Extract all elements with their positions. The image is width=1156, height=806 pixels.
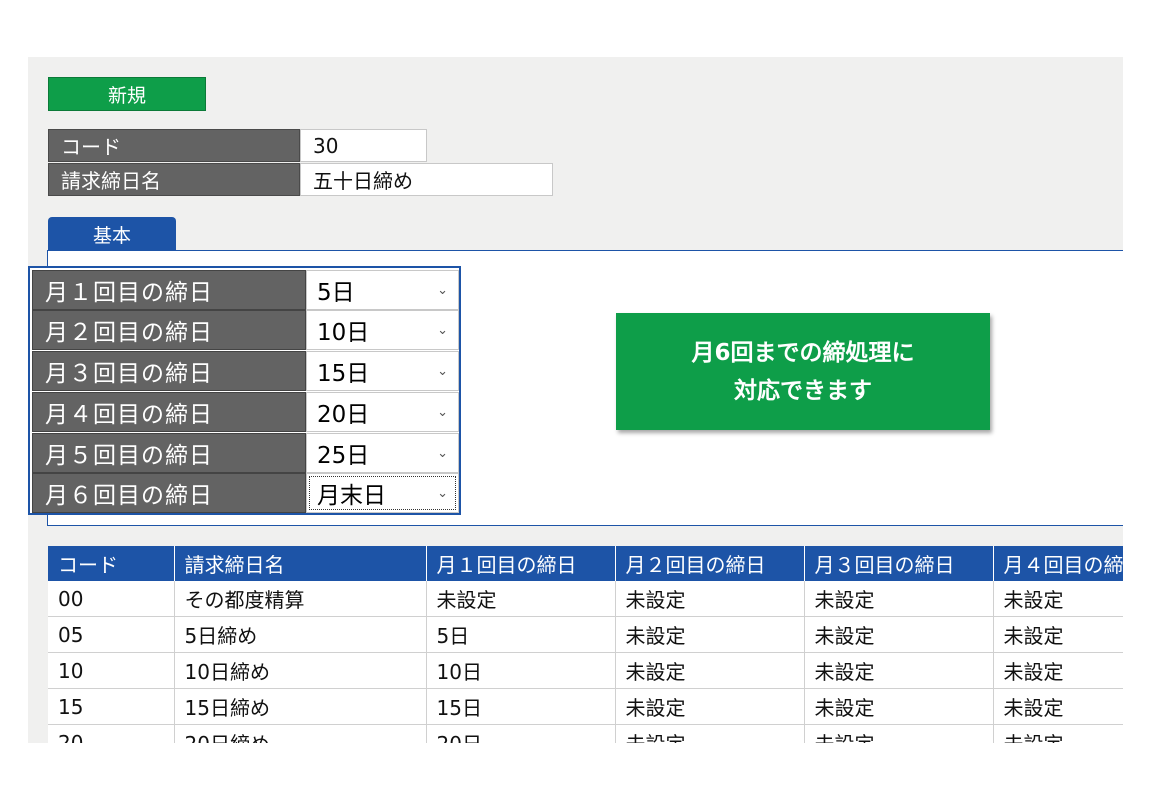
- closing-day-select-2[interactable]: 10日 ⌄: [306, 310, 459, 350]
- callout-line-1: 月6回までの締処理に: [691, 339, 915, 366]
- cell-code: 05: [48, 616, 175, 653]
- feature-callout: 月6回までの締処理に 対応できます: [616, 313, 990, 430]
- table-row[interactable]: 15 15日締め 15日 未設定 未設定 未設定: [48, 688, 1123, 725]
- code-row: コード 30: [48, 129, 427, 162]
- cell-close-1: 20日: [426, 724, 616, 743]
- closing-day-value: 20日: [317, 402, 370, 428]
- closing-day-value: 5日: [317, 280, 355, 306]
- closing-day-row-6: 月６回目の締日 月末日 ⌄: [32, 473, 459, 513]
- table-row[interactable]: 10 10日締め 10日 未設定 未設定 未設定: [48, 652, 1123, 689]
- cell-code: 10: [48, 652, 175, 689]
- closing-day-value: 25日: [317, 443, 370, 469]
- cell-name: 5日締め: [174, 616, 427, 653]
- name-label: 請求締日名: [48, 163, 300, 196]
- name-row: 請求締日名 五十日締め: [48, 163, 553, 196]
- grid-header-row: コード 請求締日名 月１回目の締日 月２回目の締日 月３回目の締日 月４回目の締…: [48, 546, 1123, 581]
- cell-close-2: 未設定: [615, 581, 805, 617]
- table-row[interactable]: 05 5日締め 5日 未設定 未設定 未設定: [48, 616, 1123, 653]
- closing-day-label: 月４回目の締日: [32, 392, 306, 432]
- chevron-down-icon: ⌄: [437, 485, 448, 501]
- cell-name: その都度精算: [174, 581, 427, 617]
- closing-day-select-4[interactable]: 20日 ⌄: [306, 392, 459, 432]
- cell-code: 00: [48, 581, 175, 617]
- closing-day-label: 月５回目の締日: [32, 433, 306, 473]
- closing-day-value: 10日: [317, 320, 370, 346]
- cell-close-1: 5日: [426, 616, 616, 653]
- closing-day-row-5: 月５回目の締日 25日 ⌄: [32, 433, 459, 473]
- main-panel: 新規 コード 30 請求締日名 五十日締め 基本 月１回目の締日 5日 ⌄ 月２…: [28, 57, 1123, 743]
- column-header-name[interactable]: 請求締日名: [174, 546, 427, 581]
- cell-close-3: 未設定: [804, 724, 994, 743]
- closing-day-select-3[interactable]: 15日 ⌄: [306, 351, 459, 391]
- column-header-code[interactable]: コード: [48, 546, 175, 581]
- tab-basic[interactable]: 基本: [48, 217, 176, 251]
- table-row[interactable]: 00 その都度精算 未設定 未設定 未設定 未設定: [48, 581, 1123, 617]
- cell-close-4: 未設定: [993, 616, 1123, 653]
- cell-close-4: 未設定: [993, 581, 1123, 617]
- cell-close-4: 未設定: [993, 652, 1123, 689]
- column-header-close-4[interactable]: 月４回目の締日: [993, 546, 1123, 581]
- cell-close-1: 未設定: [426, 581, 616, 617]
- new-button[interactable]: 新規: [48, 77, 206, 111]
- cell-name: 20日締め: [174, 724, 427, 743]
- closing-day-select-1[interactable]: 5日 ⌄: [306, 270, 459, 310]
- closing-day-row-1: 月１回目の締日 5日 ⌄: [32, 270, 459, 310]
- closing-day-value: 月末日: [317, 483, 386, 509]
- chevron-down-icon: ⌄: [437, 363, 448, 379]
- column-header-close-2[interactable]: 月２回目の締日: [615, 546, 805, 581]
- chevron-down-icon: ⌄: [437, 282, 448, 298]
- closing-day-value: 15日: [317, 361, 370, 387]
- closing-day-row-3: 月３回目の締日 15日 ⌄: [32, 351, 459, 391]
- cell-close-1: 10日: [426, 652, 616, 689]
- cell-code: 15: [48, 688, 175, 725]
- cell-close-2: 未設定: [615, 688, 805, 725]
- closing-day-label: 月３回目の締日: [32, 351, 306, 391]
- cell-close-1: 15日: [426, 688, 616, 725]
- closing-day-row-2: 月２回目の締日 10日 ⌄: [32, 310, 459, 350]
- cell-close-3: 未設定: [804, 688, 994, 725]
- closing-day-row-4: 月４回目の締日 20日 ⌄: [32, 392, 459, 432]
- closing-day-label: 月６回目の締日: [32, 473, 306, 513]
- closing-day-grid: コード 請求締日名 月１回目の締日 月２回目の締日 月３回目の締日 月４回目の締…: [48, 546, 1123, 743]
- cell-close-2: 未設定: [615, 652, 805, 689]
- cell-close-3: 未設定: [804, 652, 994, 689]
- closing-day-label: 月１回目の締日: [32, 270, 306, 310]
- chevron-down-icon: ⌄: [437, 404, 448, 420]
- cell-close-3: 未設定: [804, 581, 994, 617]
- cell-close-4: 未設定: [993, 724, 1123, 743]
- chevron-down-icon: ⌄: [437, 445, 448, 461]
- code-label: コード: [48, 129, 300, 162]
- cell-close-2: 未設定: [615, 724, 805, 743]
- table-row[interactable]: 20 20日締め 20日 未設定 未設定 未設定: [48, 724, 1123, 743]
- cell-close-2: 未設定: [615, 616, 805, 653]
- closing-day-select-5[interactable]: 25日 ⌄: [306, 433, 459, 473]
- code-field[interactable]: 30: [300, 129, 427, 162]
- column-header-close-1[interactable]: 月１回目の締日: [426, 546, 616, 581]
- cell-code: 20: [48, 724, 175, 743]
- cell-name: 15日締め: [174, 688, 427, 725]
- closing-day-select-6[interactable]: 月末日 ⌄: [306, 473, 459, 513]
- closing-days-group: 月１回目の締日 5日 ⌄ 月２回目の締日 10日 ⌄ 月３回目の締日 15日 ⌄…: [28, 266, 461, 515]
- column-header-close-3[interactable]: 月３回目の締日: [804, 546, 994, 581]
- cell-close-3: 未設定: [804, 616, 994, 653]
- callout-line-2: 対応できます: [734, 377, 872, 404]
- closing-day-label: 月２回目の締日: [32, 310, 306, 350]
- chevron-down-icon: ⌄: [437, 322, 448, 338]
- name-field[interactable]: 五十日締め: [300, 163, 553, 196]
- cell-name: 10日締め: [174, 652, 427, 689]
- cell-close-4: 未設定: [993, 688, 1123, 725]
